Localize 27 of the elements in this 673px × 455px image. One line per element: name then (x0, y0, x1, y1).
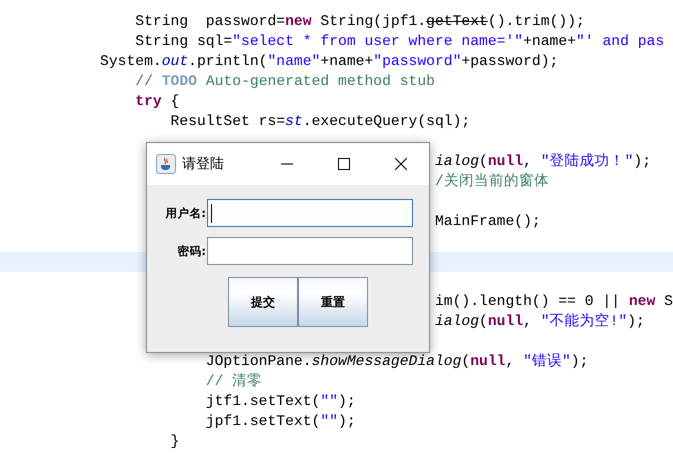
code-line: ResultSet rs=st.executeQuery(sql); (170, 114, 470, 130)
dialog-button[interactable]: 重置 (298, 277, 368, 327)
code-line: } (170, 434, 180, 450)
code-line: im().length() == 0 || new S (434, 294, 673, 310)
code-line: /关闭当前的窗体 (434, 174, 549, 190)
code-line: // TODO Auto-generated method stub (135, 74, 435, 90)
input-field[interactable] (207, 199, 413, 227)
code-line: ialog(null, "登陆成功！"); (434, 154, 652, 170)
java-cup-icon (156, 154, 176, 174)
window-title: 请登陆 (182, 155, 224, 173)
code-line: JOptionPane.showMessageDialog(null, "错误"); (206, 354, 588, 370)
code-line: try { (135, 94, 180, 110)
code-line: String password=new String(jpf1.getText().trim()); (135, 14, 585, 30)
code-line: jpf1.setText(""); (206, 414, 356, 430)
code-line: String sql="select * from user where name='"+name+"' and pas (135, 34, 664, 50)
code-line: System.out.println("name"+name+"password"+password); (100, 54, 558, 70)
input-field[interactable] (207, 237, 413, 265)
dialog-button[interactable]: 提交 (228, 277, 298, 327)
field-label: 用户名: (164, 206, 206, 220)
code-line: MainFrame(); (434, 214, 541, 230)
minimize-icon[interactable] (280, 163, 292, 165)
maximize-icon[interactable] (338, 158, 350, 170)
field-label: 密码: (176, 244, 206, 258)
close-icon[interactable] (394, 158, 406, 170)
code-line: jtf1.setText(""); (206, 394, 356, 410)
code-line: ialog(null, "不能为空!"); (434, 314, 645, 330)
code-line: // 清零 (206, 374, 262, 390)
